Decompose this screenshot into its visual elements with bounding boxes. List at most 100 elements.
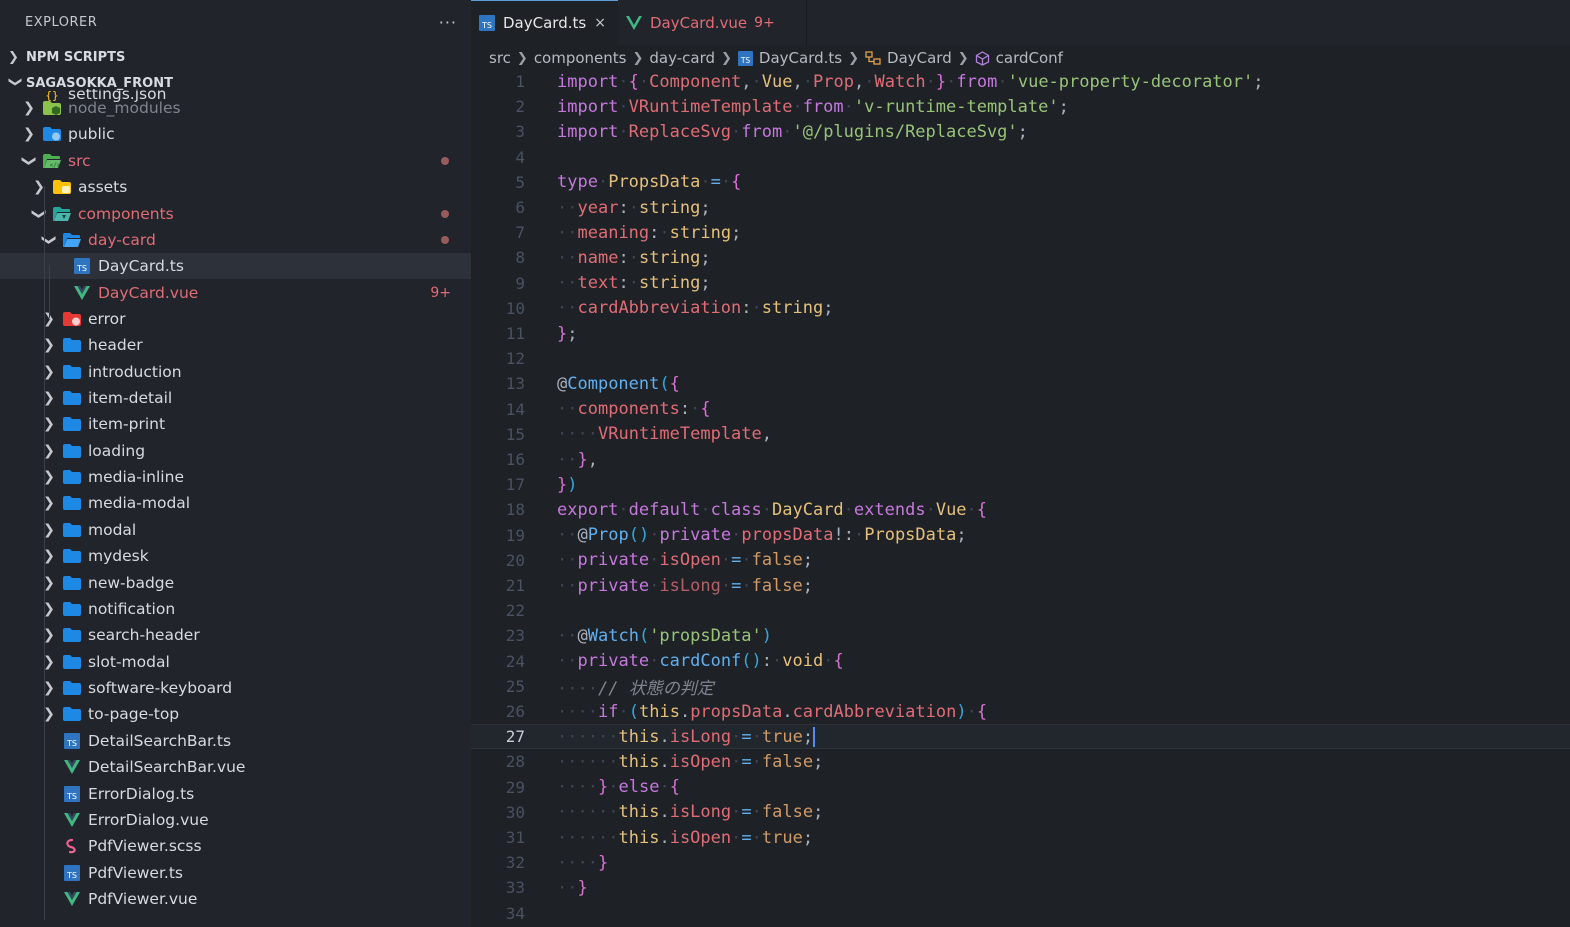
line-number: 28 xyxy=(505,752,525,772)
code-line[interactable]: 9 ··text:·string; xyxy=(471,271,1570,296)
code-line[interactable]: 15 ····VRuntimeTemplate, xyxy=(471,422,1570,447)
tab-daycard-ts[interactable]: TS DayCard.ts × xyxy=(471,0,618,45)
code-text: ··year:·string; xyxy=(557,197,711,218)
code-line[interactable]: 34 xyxy=(471,901,1570,926)
folder-item[interactable]: ❯ new-badge xyxy=(0,570,471,596)
breadcrumb-item[interactable]: day-card xyxy=(649,49,715,67)
file-item[interactable]: ❯PdfViewer.vue xyxy=(0,886,471,912)
folder-item[interactable]: ❯ software-keyboard xyxy=(0,675,471,701)
code-line[interactable]: 12 xyxy=(471,346,1570,371)
code-line[interactable]: 16 ··}, xyxy=(471,447,1570,472)
code-text: ··meaning:·string; xyxy=(557,222,742,243)
code-line[interactable]: 33 ··} xyxy=(471,875,1570,900)
code-line[interactable]: 24 ··private·cardConf():·void·{ xyxy=(471,649,1570,674)
tree-item-label: error xyxy=(88,310,126,329)
code-text: ··private·cardConf():·void·{ xyxy=(557,651,844,672)
code-text: ····VRuntimeTemplate, xyxy=(557,424,773,445)
folder-item[interactable]: ❯ slot-modal xyxy=(0,649,471,675)
folder-item[interactable]: ❯ item-print xyxy=(0,411,471,437)
folder-item[interactable]: ❯ mydesk xyxy=(0,543,471,569)
code-line[interactable]: 6 ··year:·string; xyxy=(471,195,1570,220)
code-text: export·default·class·DayCard·extends·Vue… xyxy=(557,499,988,520)
code-line[interactable]: 10 ··cardAbbreviation:·string; xyxy=(471,296,1570,321)
explorer-sidebar: EXPLORER ··· ❯ NPM SCRIPTS ❯ SAGASOKKA_F… xyxy=(0,0,471,927)
code-line[interactable]: 21 ··private·isLong·=·false; xyxy=(471,573,1570,598)
code-line[interactable]: 19 ··@Prop()·private·propsData!:·PropsDat… xyxy=(471,523,1570,548)
close-icon[interactable]: × xyxy=(594,15,606,31)
code-line[interactable]: 5 type·PropsData·=·{ xyxy=(471,170,1570,195)
code-line[interactable]: 25 ····// 状態の判定 xyxy=(471,674,1570,699)
code-line[interactable]: 13 @Component({ xyxy=(471,371,1570,396)
folder-item[interactable]: ❯ public xyxy=(0,121,471,147)
folder-item[interactable]: ❯ assets xyxy=(0,174,471,200)
folder-item[interactable]: ❯ modal xyxy=(0,517,471,543)
code-line[interactable]: 11}; xyxy=(471,321,1570,346)
code-line[interactable]: 3 import·ReplaceSvg·from·'@/plugins/Repla… xyxy=(471,119,1570,144)
line-number: 2 xyxy=(515,97,525,117)
code-line[interactable]: 14 ··components:·{ xyxy=(471,397,1570,422)
breadcrumb-item[interactable]: src xyxy=(489,49,511,67)
folder-item[interactable]: ❯ item-detail xyxy=(0,385,471,411)
more-actions-icon[interactable]: ··· xyxy=(439,13,457,32)
tree-item-label: src xyxy=(68,152,91,171)
file-item[interactable]: ❯TSPdfViewer.ts xyxy=(0,860,471,886)
folder-item[interactable]: ❯ loading xyxy=(0,438,471,464)
folder-item[interactable]: ❯ </> src xyxy=(0,148,471,174)
file-item[interactable]: ❯ErrorDialog.vue xyxy=(0,807,471,833)
line-number: 17 xyxy=(505,475,525,495)
breadcrumb-item[interactable]: DayCard xyxy=(865,49,952,67)
typescript-file-icon: TS xyxy=(62,786,82,803)
folder-item[interactable]: ❯ notification xyxy=(0,596,471,622)
code-text: }; xyxy=(557,323,578,344)
folder-item[interactable]: ❯ components xyxy=(0,201,471,227)
code-line[interactable]: 8 ··name:·string; xyxy=(471,245,1570,270)
file-item[interactable]: ❯DayCard.vue9+ xyxy=(0,280,471,306)
line-number: 34 xyxy=(505,903,525,923)
folder-item[interactable]: ❯ media-inline xyxy=(0,464,471,490)
code-line[interactable]: 32 ····} xyxy=(471,850,1570,875)
file-item[interactable]: ❯PdfViewer.scss xyxy=(0,833,471,859)
file-item[interactable]: ❯TSDayCard.ts xyxy=(0,253,471,280)
code-line[interactable]: 30 ······this.isLong·=·false; xyxy=(471,800,1570,825)
npm-scripts-section[interactable]: ❯ NPM SCRIPTS xyxy=(0,44,471,70)
code-line[interactable]: 29 ····}·else·{ xyxy=(471,775,1570,800)
chevron-right-icon: ❯ xyxy=(848,50,860,66)
file-item[interactable]: ❯TSDetailSearchBar.ts xyxy=(0,728,471,754)
code-text: ······this.isLong·=·true; xyxy=(557,726,816,747)
code-line[interactable]: 4 xyxy=(471,145,1570,170)
folder-icon xyxy=(62,364,82,380)
line-number: 16 xyxy=(505,450,525,470)
folder-item[interactable]: ❯ node_modules xyxy=(0,95,471,121)
code-line[interactable]: 18 export·default·class·DayCard·extends·V… xyxy=(471,497,1570,522)
code-line[interactable]: 27 ······this.isLong·=·true; xyxy=(471,724,1570,750)
code-line[interactable]: 17}) xyxy=(471,472,1570,497)
folder-item[interactable]: ❯ media-modal xyxy=(0,490,471,516)
code-line[interactable]: 23 ··@Watch('propsData') xyxy=(471,623,1570,648)
breadcrumb-item[interactable]: cardConf xyxy=(975,49,1063,67)
breadcrumb-item[interactable]: TS DayCard.ts xyxy=(737,49,842,67)
line-number: 31 xyxy=(505,828,525,848)
tab-daycard-vue[interactable]: DayCard.vue 9+ xyxy=(618,0,807,45)
file-item[interactable]: ❯TSErrorDialog.ts xyxy=(0,781,471,807)
code-line[interactable]: 2 import·VRuntimeTemplate·from·'v-runtime… xyxy=(471,94,1570,119)
code-line[interactable]: 1 import·{·Component,·Vue,·Prop,·Watch·}·… xyxy=(471,69,1570,94)
breadcrumb-item[interactable]: components xyxy=(534,49,627,67)
folder-item[interactable]: ❯ error xyxy=(0,306,471,332)
code-line[interactable]: 7 ··meaning:·string; xyxy=(471,220,1570,245)
folder-item[interactable]: ❯ day-card xyxy=(0,227,471,253)
code-line[interactable]: 22 xyxy=(471,598,1570,623)
code-text: ······this.isOpen·=·false; xyxy=(557,751,824,772)
code-text: ··name:·string; xyxy=(557,247,711,268)
code-line[interactable]: 20 ··private·isOpen·=·false; xyxy=(471,548,1570,573)
folder-item[interactable]: ❯ search-header xyxy=(0,622,471,648)
code-line[interactable]: 28 ······this.isOpen·=·false; xyxy=(471,749,1570,774)
file-item[interactable]: ❯DetailSearchBar.vue xyxy=(0,754,471,780)
folder-item[interactable]: ❯ to-page-top xyxy=(0,701,471,727)
code-line[interactable]: 26 ····if·(this.propsData.cardAbbreviatio… xyxy=(471,699,1570,724)
code-line[interactable]: 31 ······this.isOpen·=·true; xyxy=(471,825,1570,850)
tab-bar: TS DayCard.ts × DayCard.vue 9+ xyxy=(471,0,1570,45)
chevron-right-icon: ❯ xyxy=(8,49,19,65)
folder-item[interactable]: ❯ header xyxy=(0,332,471,358)
folder-item[interactable]: ❯ introduction xyxy=(0,359,471,385)
folder-icon xyxy=(62,443,82,459)
